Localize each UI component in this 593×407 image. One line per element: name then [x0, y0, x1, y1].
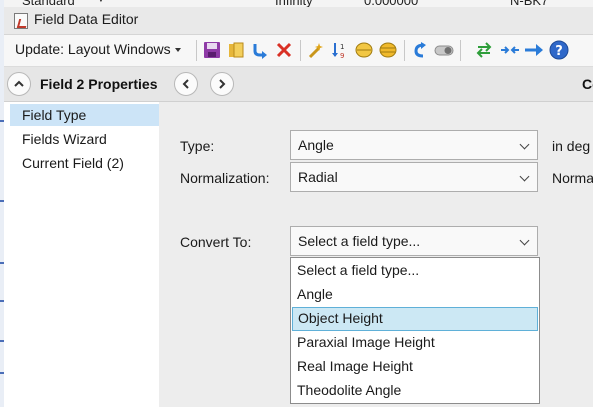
folder-icon: [229, 42, 244, 58]
type-label: Type:: [180, 138, 215, 154]
next-button[interactable]: [524, 40, 544, 60]
window-title: Field Data Editor: [34, 11, 139, 27]
nav-item-field-type[interactable]: Field Type: [10, 104, 159, 126]
dropdown-option[interactable]: Angle: [292, 283, 538, 307]
side-nav: Field Type Fields Wizard Current Field (…: [10, 104, 159, 407]
bg-caret-icon: ▼: [96, 0, 106, 5]
convert-to-label: Convert To:: [180, 234, 252, 250]
chevron-left-icon: [182, 79, 189, 89]
insert-arrow-icon: [253, 44, 267, 59]
toolbar-separator: [196, 40, 197, 61]
swap-arrows-icon: [476, 42, 492, 58]
toggle-button[interactable]: [434, 40, 454, 60]
undo-button[interactable]: [410, 40, 430, 60]
title-bar[interactable]: Field Data Editor: [4, 7, 593, 35]
next-field-button[interactable]: [210, 72, 234, 96]
previous-field-button[interactable]: [174, 72, 198, 96]
toolbar-separator: [404, 40, 405, 61]
dropdown-option[interactable]: Real Image Height: [292, 355, 538, 379]
toolbar-separator: [460, 40, 461, 61]
dropdown-option[interactable]: Paraxial Image Height: [292, 331, 538, 355]
dropdown-option[interactable]: Theodolite Angle: [292, 379, 538, 403]
chevron-up-icon: [14, 80, 24, 87]
normalization-label: Normalization:: [180, 170, 270, 186]
dropdown-option-highlighted[interactable]: Object Height: [292, 307, 538, 331]
help-button[interactable]: ?: [549, 40, 569, 60]
type-select[interactable]: Angle: [290, 130, 538, 160]
lens-icon: [355, 42, 373, 58]
save-button[interactable]: [202, 40, 222, 60]
section-right-title: Co: [582, 76, 593, 92]
open-folder-button[interactable]: [226, 40, 246, 60]
dropdown-option[interactable]: Select a field type...: [292, 259, 538, 283]
convert-to-dropdown-list: Select a field type... Angle Object Heig…: [290, 257, 540, 404]
convert-to-value: Select a field type...: [298, 233, 421, 249]
collapse-section-button[interactable]: [7, 72, 31, 96]
arrow-right-icon: [525, 44, 543, 56]
undo-icon: [414, 42, 426, 58]
normalization-value: Radial: [298, 169, 338, 185]
section-title: Field 2 Properties: [40, 76, 158, 92]
nav-item-current-field[interactable]: Current Field (2): [10, 152, 159, 174]
section-header: Field 2 Properties Co: [4, 67, 593, 102]
toggle-icon: [434, 45, 454, 56]
converge-arrows-icon: [501, 46, 519, 54]
normalization-suffix: Norma: [552, 170, 593, 186]
wizard-button[interactable]: [306, 40, 326, 60]
svg-text:?: ?: [555, 44, 563, 59]
sort-icon: 19: [332, 43, 344, 59]
lens-group-icon: [379, 42, 397, 58]
delete-button[interactable]: [274, 40, 294, 60]
lens-button[interactable]: [354, 40, 374, 60]
nav-item-fields-wizard[interactable]: Fields Wizard: [10, 128, 159, 150]
type-value: Angle: [298, 137, 334, 153]
collapse-button[interactable]: [500, 40, 520, 60]
toolbar-separator: [300, 40, 301, 61]
chevron-down-icon: [519, 171, 530, 182]
swap-button[interactable]: [474, 40, 494, 60]
insert-button[interactable]: [250, 40, 270, 60]
sort-button[interactable]: 19: [330, 40, 350, 60]
delete-x-icon: [276, 42, 292, 58]
chevron-right-icon: [219, 79, 226, 89]
wand-icon: [308, 43, 323, 59]
save-icon: [204, 42, 220, 58]
convert-to-select[interactable]: Select a field type...: [290, 226, 538, 256]
update-label: Update: Layout Windows: [15, 41, 171, 57]
chevron-down-icon: [519, 235, 530, 246]
type-suffix: in deg: [552, 138, 591, 154]
app-icon: [14, 13, 28, 29]
chevron-down-icon: [519, 139, 530, 150]
lens-group-button[interactable]: [378, 40, 398, 60]
svg-text:1: 1: [340, 43, 344, 51]
help-icon: ?: [549, 40, 569, 60]
update-dropdown[interactable]: Update: Layout Windows: [15, 41, 181, 57]
chevron-down-icon: [174, 48, 181, 53]
toolbar: Update: Layout Windows 19 ?: [4, 35, 593, 67]
svg-text:9: 9: [340, 52, 344, 59]
normalization-select[interactable]: Radial: [290, 162, 538, 192]
